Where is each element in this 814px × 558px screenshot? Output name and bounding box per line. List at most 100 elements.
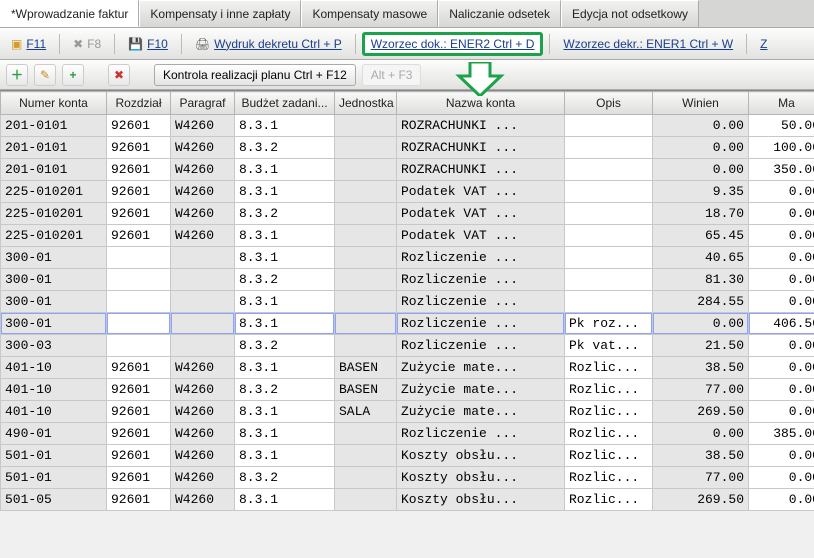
cell[interactable]: 401-10	[1, 357, 107, 379]
table-row[interactable]: 201-010192601W42608.3.2ROZRACHUNKI ...0.…	[1, 137, 814, 159]
cell[interactable]: Rozlic...	[565, 423, 653, 445]
cell[interactable]: W4260	[171, 401, 235, 423]
cell[interactable]: 8.3.2	[235, 335, 335, 357]
cell[interactable]: 77.00	[653, 379, 749, 401]
table-row[interactable]: 501-0192601W42608.3.2Koszty obsłu...Rozl…	[1, 467, 814, 489]
cell[interactable]: Podatek VAT ...	[397, 225, 565, 247]
cell[interactable]	[107, 291, 171, 313]
cell[interactable]: 92601	[107, 423, 171, 445]
cell[interactable]	[335, 467, 397, 489]
cell[interactable]: 406.50	[749, 313, 814, 335]
close-button[interactable]: ✖ F8	[66, 33, 108, 55]
cell[interactable]: 8.3.1	[235, 489, 335, 511]
col-budzet[interactable]: Budżet zadani...	[235, 92, 335, 115]
cell[interactable]: 0.00	[749, 335, 814, 357]
cell[interactable]: W4260	[171, 357, 235, 379]
cell[interactable]: 401-10	[1, 401, 107, 423]
cell[interactable]: 0.00	[749, 291, 814, 313]
col-ma[interactable]: Ma	[749, 92, 814, 115]
cell[interactable]: 490-01	[1, 423, 107, 445]
cell[interactable]: 300-01	[1, 313, 107, 335]
table-row[interactable]: 401-1092601W42608.3.1BASENZużycie mate..…	[1, 357, 814, 379]
cell[interactable]: 100.00	[749, 137, 814, 159]
z-button[interactable]: Z	[753, 33, 774, 55]
cell[interactable]: 269.50	[653, 489, 749, 511]
cell[interactable]: 8.3.1	[235, 445, 335, 467]
cell[interactable]: 0.00	[749, 181, 814, 203]
cell[interactable]	[171, 291, 235, 313]
cell[interactable]	[107, 335, 171, 357]
cell[interactable]: BASEN	[335, 379, 397, 401]
cell[interactable]	[565, 137, 653, 159]
col-rozdzial[interactable]: Rozdział	[107, 92, 171, 115]
save-button[interactable]: 💾 F10	[121, 33, 175, 55]
cell[interactable]	[335, 115, 397, 137]
cell[interactable]: Rozlic...	[565, 445, 653, 467]
table-row[interactable]: 401-1092601W42608.3.2BASENZużycie mate..…	[1, 379, 814, 401]
cell[interactable]	[171, 269, 235, 291]
cell[interactable]: 8.3.1	[235, 313, 335, 335]
edit-row-button[interactable]: ✎	[34, 64, 56, 86]
cell[interactable]	[335, 423, 397, 445]
cell[interactable]	[565, 115, 653, 137]
cell[interactable]	[335, 159, 397, 181]
cell[interactable]: 8.3.1	[235, 357, 335, 379]
cell[interactable]: 0.00	[749, 225, 814, 247]
cell[interactable]: 269.50	[653, 401, 749, 423]
plus-button[interactable]: +	[62, 64, 84, 86]
cell[interactable]: 9.35	[653, 181, 749, 203]
col-nazwa-konta[interactable]: Nazwa konta	[397, 92, 565, 115]
cell[interactable]: 8.3.2	[235, 137, 335, 159]
cell[interactable]: Zużycie mate...	[397, 401, 565, 423]
cell[interactable]: ROZRACHUNKI ...	[397, 137, 565, 159]
cell[interactable]	[335, 137, 397, 159]
wzorzec-dekr-button[interactable]: Wzorzec dekr.: ENER1 Ctrl + W	[556, 33, 740, 55]
cell[interactable]: 0.00	[653, 313, 749, 335]
table-row[interactable]: 201-010192601W42608.3.1ROZRACHUNKI ...0.…	[1, 159, 814, 181]
cell[interactable]: 92601	[107, 159, 171, 181]
cell[interactable]: Koszty obsłu...	[397, 467, 565, 489]
cell[interactable]: Pk vat...	[565, 335, 653, 357]
cell[interactable]: 300-01	[1, 269, 107, 291]
cell[interactable]: 92601	[107, 225, 171, 247]
cell[interactable]: 8.3.1	[235, 159, 335, 181]
cell[interactable]: 0.00	[653, 115, 749, 137]
cell[interactable]: 8.3.1	[235, 401, 335, 423]
table-row[interactable]: 300-018.3.1Rozliczenie ...Pk roz...0.004…	[1, 313, 814, 335]
cell[interactable]: W4260	[171, 137, 235, 159]
cell[interactable]	[335, 225, 397, 247]
cell[interactable]	[335, 489, 397, 511]
tab-kompensaty-masowe[interactable]: Kompensaty masowe	[301, 0, 438, 27]
cell[interactable]: 92601	[107, 181, 171, 203]
cell[interactable]: 0.00	[653, 159, 749, 181]
cell[interactable]: W4260	[171, 489, 235, 511]
cell[interactable]: 92601	[107, 203, 171, 225]
col-winien[interactable]: Winien	[653, 92, 749, 115]
cell[interactable]: W4260	[171, 467, 235, 489]
cell[interactable]: ROZRACHUNKI ...	[397, 115, 565, 137]
cell[interactable]	[335, 269, 397, 291]
tab-edycja-not[interactable]: Edycja not odsetkowy	[561, 0, 699, 27]
cell[interactable]: 21.50	[653, 335, 749, 357]
cell[interactable]: 92601	[107, 357, 171, 379]
cell[interactable]: 50.00	[749, 115, 814, 137]
wzorzec-dok-button[interactable]: Wzorzec dok.: ENER2 Ctrl + D	[362, 32, 544, 56]
cell[interactable]	[565, 269, 653, 291]
cell[interactable]: ROZRACHUNKI ...	[397, 159, 565, 181]
cell[interactable]: 401-10	[1, 379, 107, 401]
cell[interactable]: Rozlic...	[565, 401, 653, 423]
cell[interactable]: Rozlic...	[565, 357, 653, 379]
cell[interactable]: W4260	[171, 225, 235, 247]
cell[interactable]	[335, 335, 397, 357]
table-row[interactable]: 501-0592601W42608.3.1Koszty obsłu...Rozl…	[1, 489, 814, 511]
col-jednostka[interactable]: Jednostka	[335, 92, 397, 115]
cell[interactable]: 92601	[107, 401, 171, 423]
cell[interactable]	[335, 203, 397, 225]
cell[interactable]: 8.3.2	[235, 203, 335, 225]
cell[interactable]: W4260	[171, 445, 235, 467]
table-row[interactable]: 225-01020192601W42608.3.2Podatek VAT ...…	[1, 203, 814, 225]
cell[interactable]: 0.00	[749, 445, 814, 467]
cell[interactable]: 0.00	[749, 401, 814, 423]
cell[interactable]: 0.00	[749, 203, 814, 225]
cell[interactable]: 0.00	[749, 247, 814, 269]
